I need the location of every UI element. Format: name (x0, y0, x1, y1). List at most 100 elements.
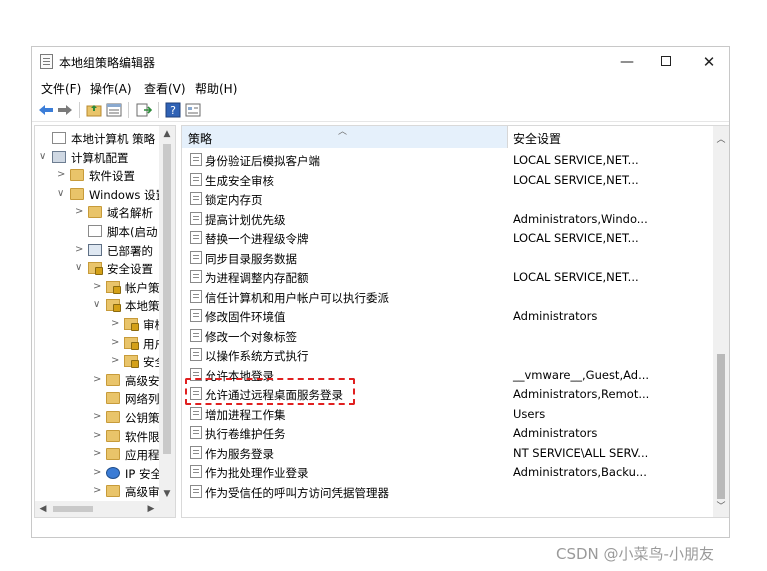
title-bar: 本地组策略编辑器 — ✕ (32, 47, 729, 77)
tree-item-label: 应用程 (125, 448, 159, 463)
table-row[interactable]: 修改一个对象标签 (182, 326, 714, 346)
chevron-right-icon[interactable]: > (75, 244, 85, 255)
tree-vertical-scrollbar[interactable]: ▲ ▼ (159, 126, 175, 502)
scroll-down-icon[interactable]: ▼ (159, 486, 175, 502)
properties-icon[interactable] (106, 102, 122, 118)
lock-icon (124, 318, 139, 331)
close-button[interactable]: ✕ (689, 49, 729, 75)
minimize-button[interactable]: — (607, 49, 647, 75)
tree-item[interactable]: > 应用程 (35, 446, 159, 464)
policy-item-icon (190, 484, 202, 498)
table-row[interactable]: 信任计算机和用户帐户可以执行委派 (182, 287, 714, 307)
policy-setting: Administrators,Remot... (513, 387, 650, 401)
table-row[interactable]: 为进程调整内存配额 LOCAL SERVICE,NET... (182, 267, 714, 287)
chevron-right-icon[interactable]: > (93, 281, 103, 292)
menu-help[interactable]: 帮助(H) (195, 80, 237, 97)
help-icon[interactable]: ? (165, 102, 181, 118)
scroll-down-icon[interactable]: ﹀ (713, 499, 729, 515)
column-header-setting[interactable]: 安全设置 (509, 126, 714, 148)
chevron-right-icon[interactable]: > (57, 169, 67, 180)
table-row[interactable]: 以操作系统方式执行 (182, 345, 714, 365)
tree-item[interactable]: > 软件设置 (35, 167, 159, 185)
menu-view[interactable]: 查看(V) (144, 80, 186, 97)
tree-item[interactable]: > 高级审 (35, 483, 159, 501)
chevron-down-icon[interactable]: ∨ (39, 151, 49, 162)
table-row[interactable]: 执行卷维护任务 Administrators (182, 423, 714, 443)
policy-setting: Users (513, 406, 546, 421)
table-row[interactable]: 生成安全审核 LOCAL SERVICE,NET... (182, 170, 714, 190)
chevron-right-icon[interactable]: > (111, 318, 121, 329)
tree-item[interactable]: 脚本(启动 (35, 223, 159, 241)
folder-icon (70, 187, 84, 200)
tree-hscroll-thumb[interactable] (53, 506, 93, 512)
chevron-right-icon[interactable]: > (93, 485, 103, 496)
tree-item[interactable]: ∨ 计算机配置 (35, 149, 159, 167)
back-arrow-icon[interactable] (38, 102, 54, 118)
tree-item-label: 计算机配置 (71, 150, 129, 165)
table-row[interactable]: 修改固件环境值 Administrators (182, 306, 714, 326)
chevron-down-icon[interactable]: ∨ (57, 188, 67, 199)
chevron-right-icon[interactable]: > (93, 411, 103, 422)
tree-item[interactable]: > 公钥策 (35, 409, 159, 427)
tree-item[interactable]: 本地计算机 策略 (35, 130, 159, 148)
menu-action[interactable]: 操作(A) (90, 80, 132, 97)
chevron-right-icon[interactable]: > (93, 467, 103, 478)
forward-arrow-icon[interactable] (57, 102, 73, 118)
tree-scroll-thumb[interactable] (163, 144, 171, 454)
table-row[interactable]: 作为受信任的呼叫方访问凭据管理器 (182, 482, 714, 502)
tree-item[interactable]: ∨ 本地策 (35, 297, 159, 315)
view-icon[interactable] (185, 102, 201, 118)
table-row[interactable]: 作为批处理作业登录 Administrators,Backu... (182, 462, 714, 482)
table-row[interactable]: 身份验证后模拟客户端 LOCAL SERVICE,NET... (182, 150, 714, 170)
tree-item[interactable]: > IP 安全 (35, 465, 159, 483)
tree-item[interactable]: > 帐户策 (35, 279, 159, 297)
policy-setting: Administrators,Backu... (513, 465, 647, 479)
column-header-policy-label: 策略 (188, 132, 213, 146)
chevron-right-icon[interactable]: > (75, 206, 85, 217)
export-icon[interactable] (136, 102, 152, 118)
policy-item-icon (190, 172, 202, 186)
tree-item[interactable]: > 软件限 (35, 428, 159, 446)
list-vertical-scrollbar[interactable]: ︿ ﹀ (713, 126, 729, 517)
tree-item[interactable]: > 已部署的 (35, 242, 159, 260)
scroll-left-icon[interactable]: ◀ (35, 501, 51, 517)
chevron-right-icon[interactable]: > (93, 448, 103, 459)
tree-item[interactable]: > 高级安 (35, 372, 159, 390)
policy-name: 作为批处理作业登录 (205, 466, 309, 480)
tree-item[interactable]: > 域名解析 (35, 204, 159, 222)
tree-horizontal-scrollbar[interactable]: ◀ ▶ (35, 501, 175, 517)
scroll-right-icon[interactable]: ▶ (143, 501, 159, 517)
table-row[interactable]: 增加进程工作集 Users (182, 404, 714, 424)
table-row[interactable]: 替换一个进程级令牌 LOCAL SERVICE,NET... (182, 228, 714, 248)
folder-icon (106, 392, 120, 405)
chevron-down-icon[interactable]: ∨ (93, 299, 103, 310)
column-header-policy[interactable]: 策略 ︿ (182, 126, 508, 148)
maximize-icon (661, 55, 671, 66)
table-row[interactable]: 同步目录服务数据 (182, 248, 714, 268)
menu-file[interactable]: 文件(F) (41, 80, 81, 97)
tree-item[interactable]: 网络列 (35, 390, 159, 408)
policy-editor-app-icon (40, 54, 53, 69)
tree-item[interactable]: > 审核 (35, 316, 159, 334)
table-row[interactable]: 锁定内存页 (182, 189, 714, 209)
chevron-right-icon[interactable]: > (111, 337, 121, 348)
folder-up-icon[interactable] (86, 102, 102, 118)
tree-item[interactable]: > 安全 (35, 353, 159, 371)
chevron-right-icon[interactable]: > (93, 374, 103, 385)
tree-item[interactable]: ∨ Windows 设置 (35, 186, 159, 204)
chevron-right-icon[interactable]: > (93, 430, 103, 441)
maximize-button[interactable] (646, 49, 686, 75)
folder-icon (106, 448, 120, 461)
chevron-down-icon[interactable]: ∨ (75, 262, 85, 273)
scroll-up-icon[interactable]: ▲ (159, 126, 175, 142)
watermark: CSDN @小菜鸟-小朋友 (556, 545, 714, 563)
tree-item[interactable]: > 用户 (35, 335, 159, 353)
policy-name: 生成安全审核 (205, 173, 274, 188)
list-scroll-thumb[interactable] (717, 354, 725, 499)
scroll-up-icon[interactable]: ︿ (713, 132, 729, 148)
table-row[interactable]: 作为服务登录 NT SERVICE\ALL SERV... (182, 443, 714, 463)
table-row[interactable]: 提高计划优先级 Administrators,Windo... (182, 209, 714, 229)
chevron-right-icon[interactable]: > (111, 355, 121, 366)
tree-item[interactable]: ∨ 安全设置 (35, 260, 159, 278)
policy-item-icon (190, 406, 202, 420)
